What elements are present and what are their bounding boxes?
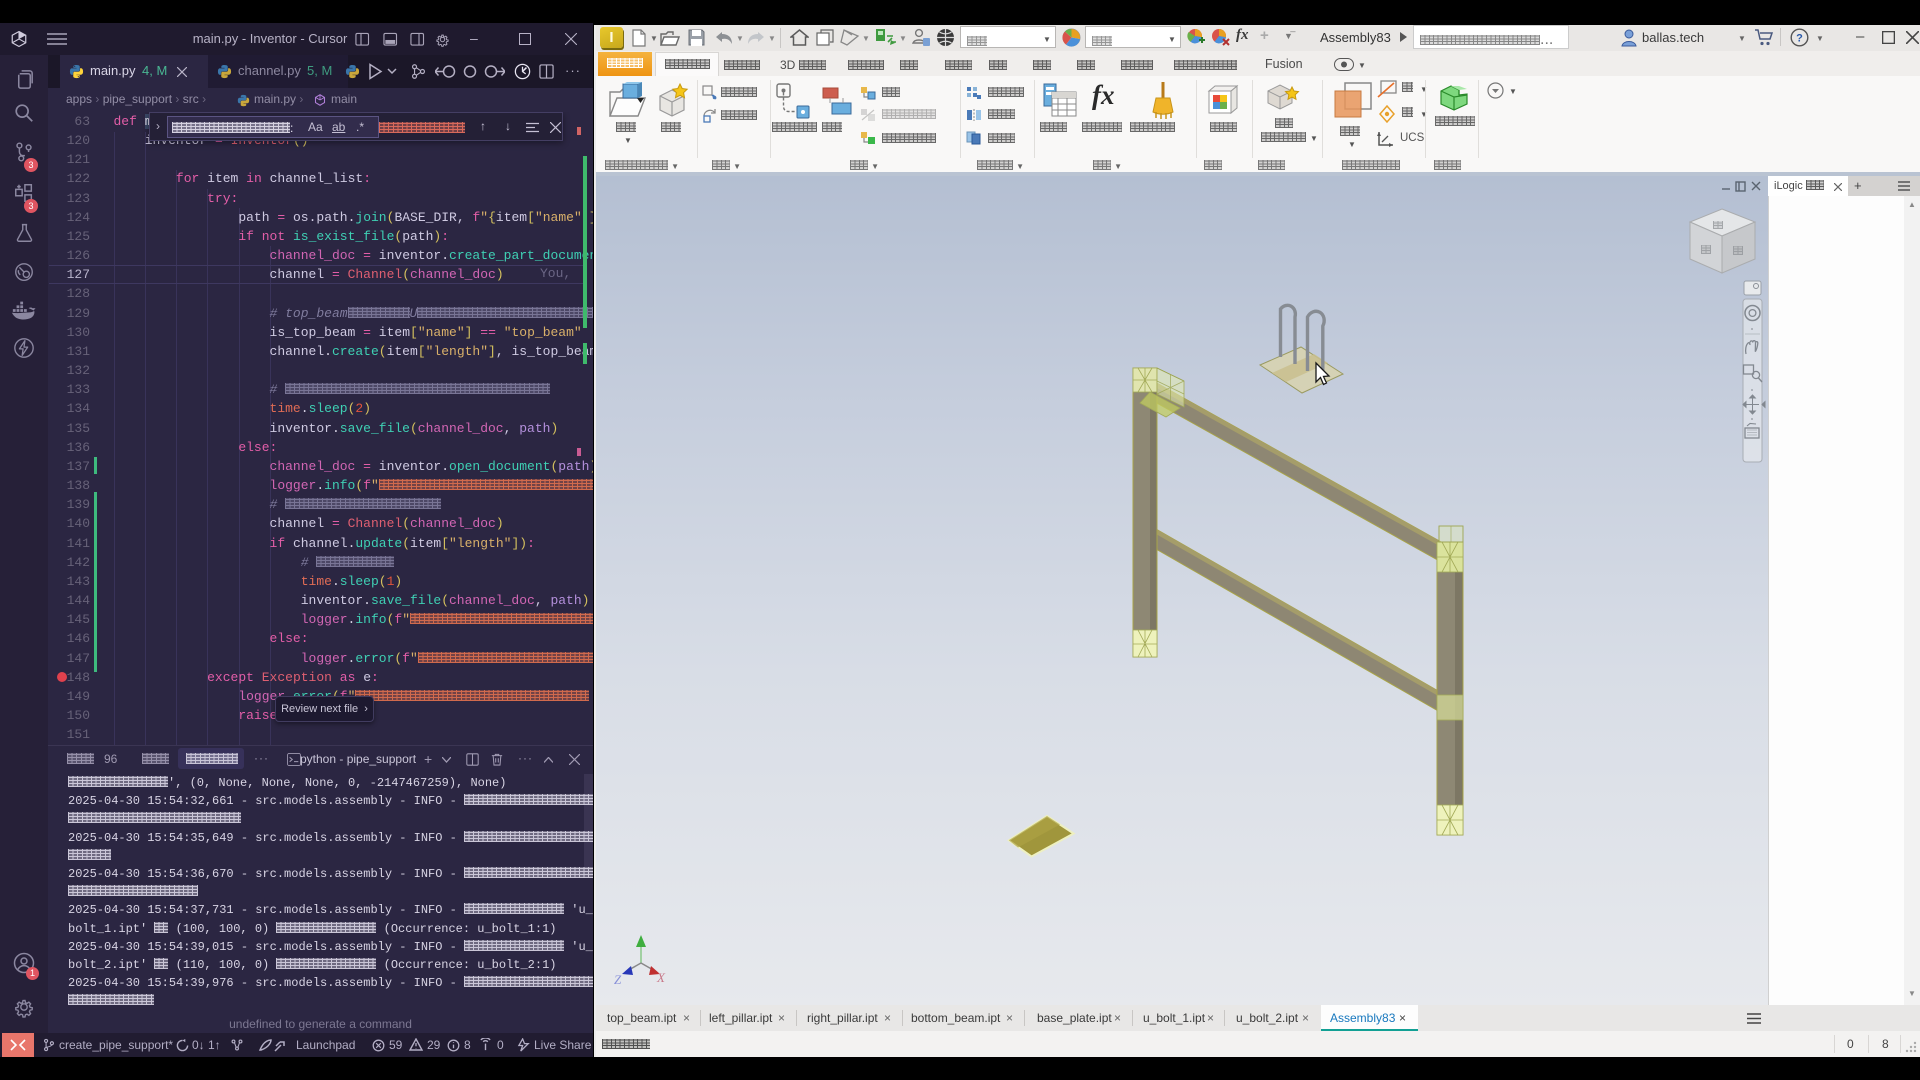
svg-text:X: X [656,970,666,985]
svg-text:Z: Z [614,972,622,987]
svg-text:?: ? [1796,33,1803,45]
